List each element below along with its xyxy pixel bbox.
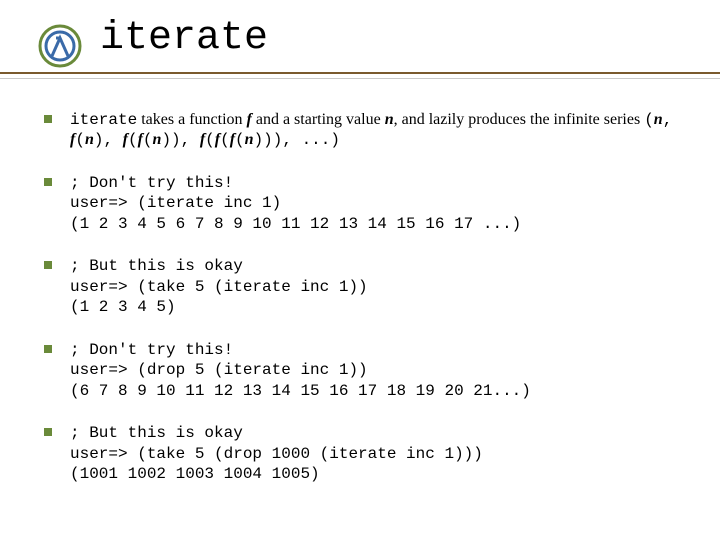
divider-bottom xyxy=(0,78,720,79)
paren: )) xyxy=(161,131,180,149)
code-block: ; Don't try this! user=> (iterate inc 1)… xyxy=(70,173,700,234)
code-line: (6 7 8 9 10 11 12 13 14 15 16 17 18 19 2… xyxy=(70,382,531,400)
code-line: (1 2 3 4 5) xyxy=(70,298,176,316)
sep: , xyxy=(663,111,673,129)
sep: , ...) xyxy=(282,131,340,149)
paren: ( xyxy=(143,131,153,149)
paren: ( xyxy=(75,131,85,149)
slide-title: iterate xyxy=(100,16,268,61)
n-var: n xyxy=(245,131,254,148)
code-line: user=> (drop 5 (iterate inc 1)) xyxy=(70,361,368,379)
n-var: n xyxy=(654,111,663,128)
code-block: ; But this is okay user=> (take 5 (drop … xyxy=(70,423,700,484)
n-var: n xyxy=(85,131,94,148)
code-block: ; Don't try this! user=> (drop 5 (iterat… xyxy=(70,340,700,401)
slide: iterate iterate takes a function f and a… xyxy=(0,0,720,540)
sep: , xyxy=(181,131,200,149)
bullet-icon xyxy=(44,178,52,186)
code-line: user=> (take 5 (drop 1000 (iterate inc 1… xyxy=(70,445,483,463)
sep: , xyxy=(103,131,122,149)
code-line: ; Don't try this! xyxy=(70,341,233,359)
intro-fragment: , and lazily produces the infinite serie… xyxy=(394,111,645,128)
bullet-icon xyxy=(44,428,52,436)
lambda-logo-icon xyxy=(38,24,82,68)
paren: ( xyxy=(220,131,230,149)
paren: ) xyxy=(94,131,104,149)
func-name: iterate xyxy=(70,111,137,129)
paren: ( xyxy=(128,131,138,149)
paren: ( xyxy=(235,131,245,149)
bullet-code-2: ; But this is okay user=> (take 5 (itera… xyxy=(44,256,700,317)
paren: ( xyxy=(205,131,215,149)
bullet-code-3: ; Don't try this! user=> (drop 5 (iterat… xyxy=(44,340,700,401)
slide-body: iterate takes a function f and a startin… xyxy=(44,110,700,507)
intro-fragment: and a starting value xyxy=(252,111,385,128)
bullet-code-4: ; But this is okay user=> (take 5 (drop … xyxy=(44,423,700,484)
intro-fragment: takes a function xyxy=(137,111,246,128)
code-line: ; But this is okay xyxy=(70,424,243,442)
n-var: n xyxy=(385,111,394,128)
intro-text: iterate takes a function f and a startin… xyxy=(70,110,700,151)
bullet-intro: iterate takes a function f and a startin… xyxy=(44,110,700,151)
bullet-code-1: ; Don't try this! user=> (iterate inc 1)… xyxy=(44,173,700,234)
code-line: (1 2 3 4 5 6 7 8 9 10 11 12 13 14 15 16 … xyxy=(70,215,521,233)
bullet-icon xyxy=(44,345,52,353)
code-line: user=> (iterate inc 1) xyxy=(70,194,281,212)
code-line: ; But this is okay xyxy=(70,257,243,275)
paren: ))) xyxy=(254,131,283,149)
code-line: (1001 1002 1003 1004 1005) xyxy=(70,465,320,483)
paren: ( xyxy=(644,111,654,129)
bullet-icon xyxy=(44,115,52,123)
bullet-icon xyxy=(44,261,52,269)
code-line: user=> (take 5 (iterate inc 1)) xyxy=(70,278,368,296)
code-block: ; But this is okay user=> (take 5 (itera… xyxy=(70,256,700,317)
slide-header: iterate xyxy=(0,0,720,78)
code-line: ; Don't try this! xyxy=(70,174,233,192)
